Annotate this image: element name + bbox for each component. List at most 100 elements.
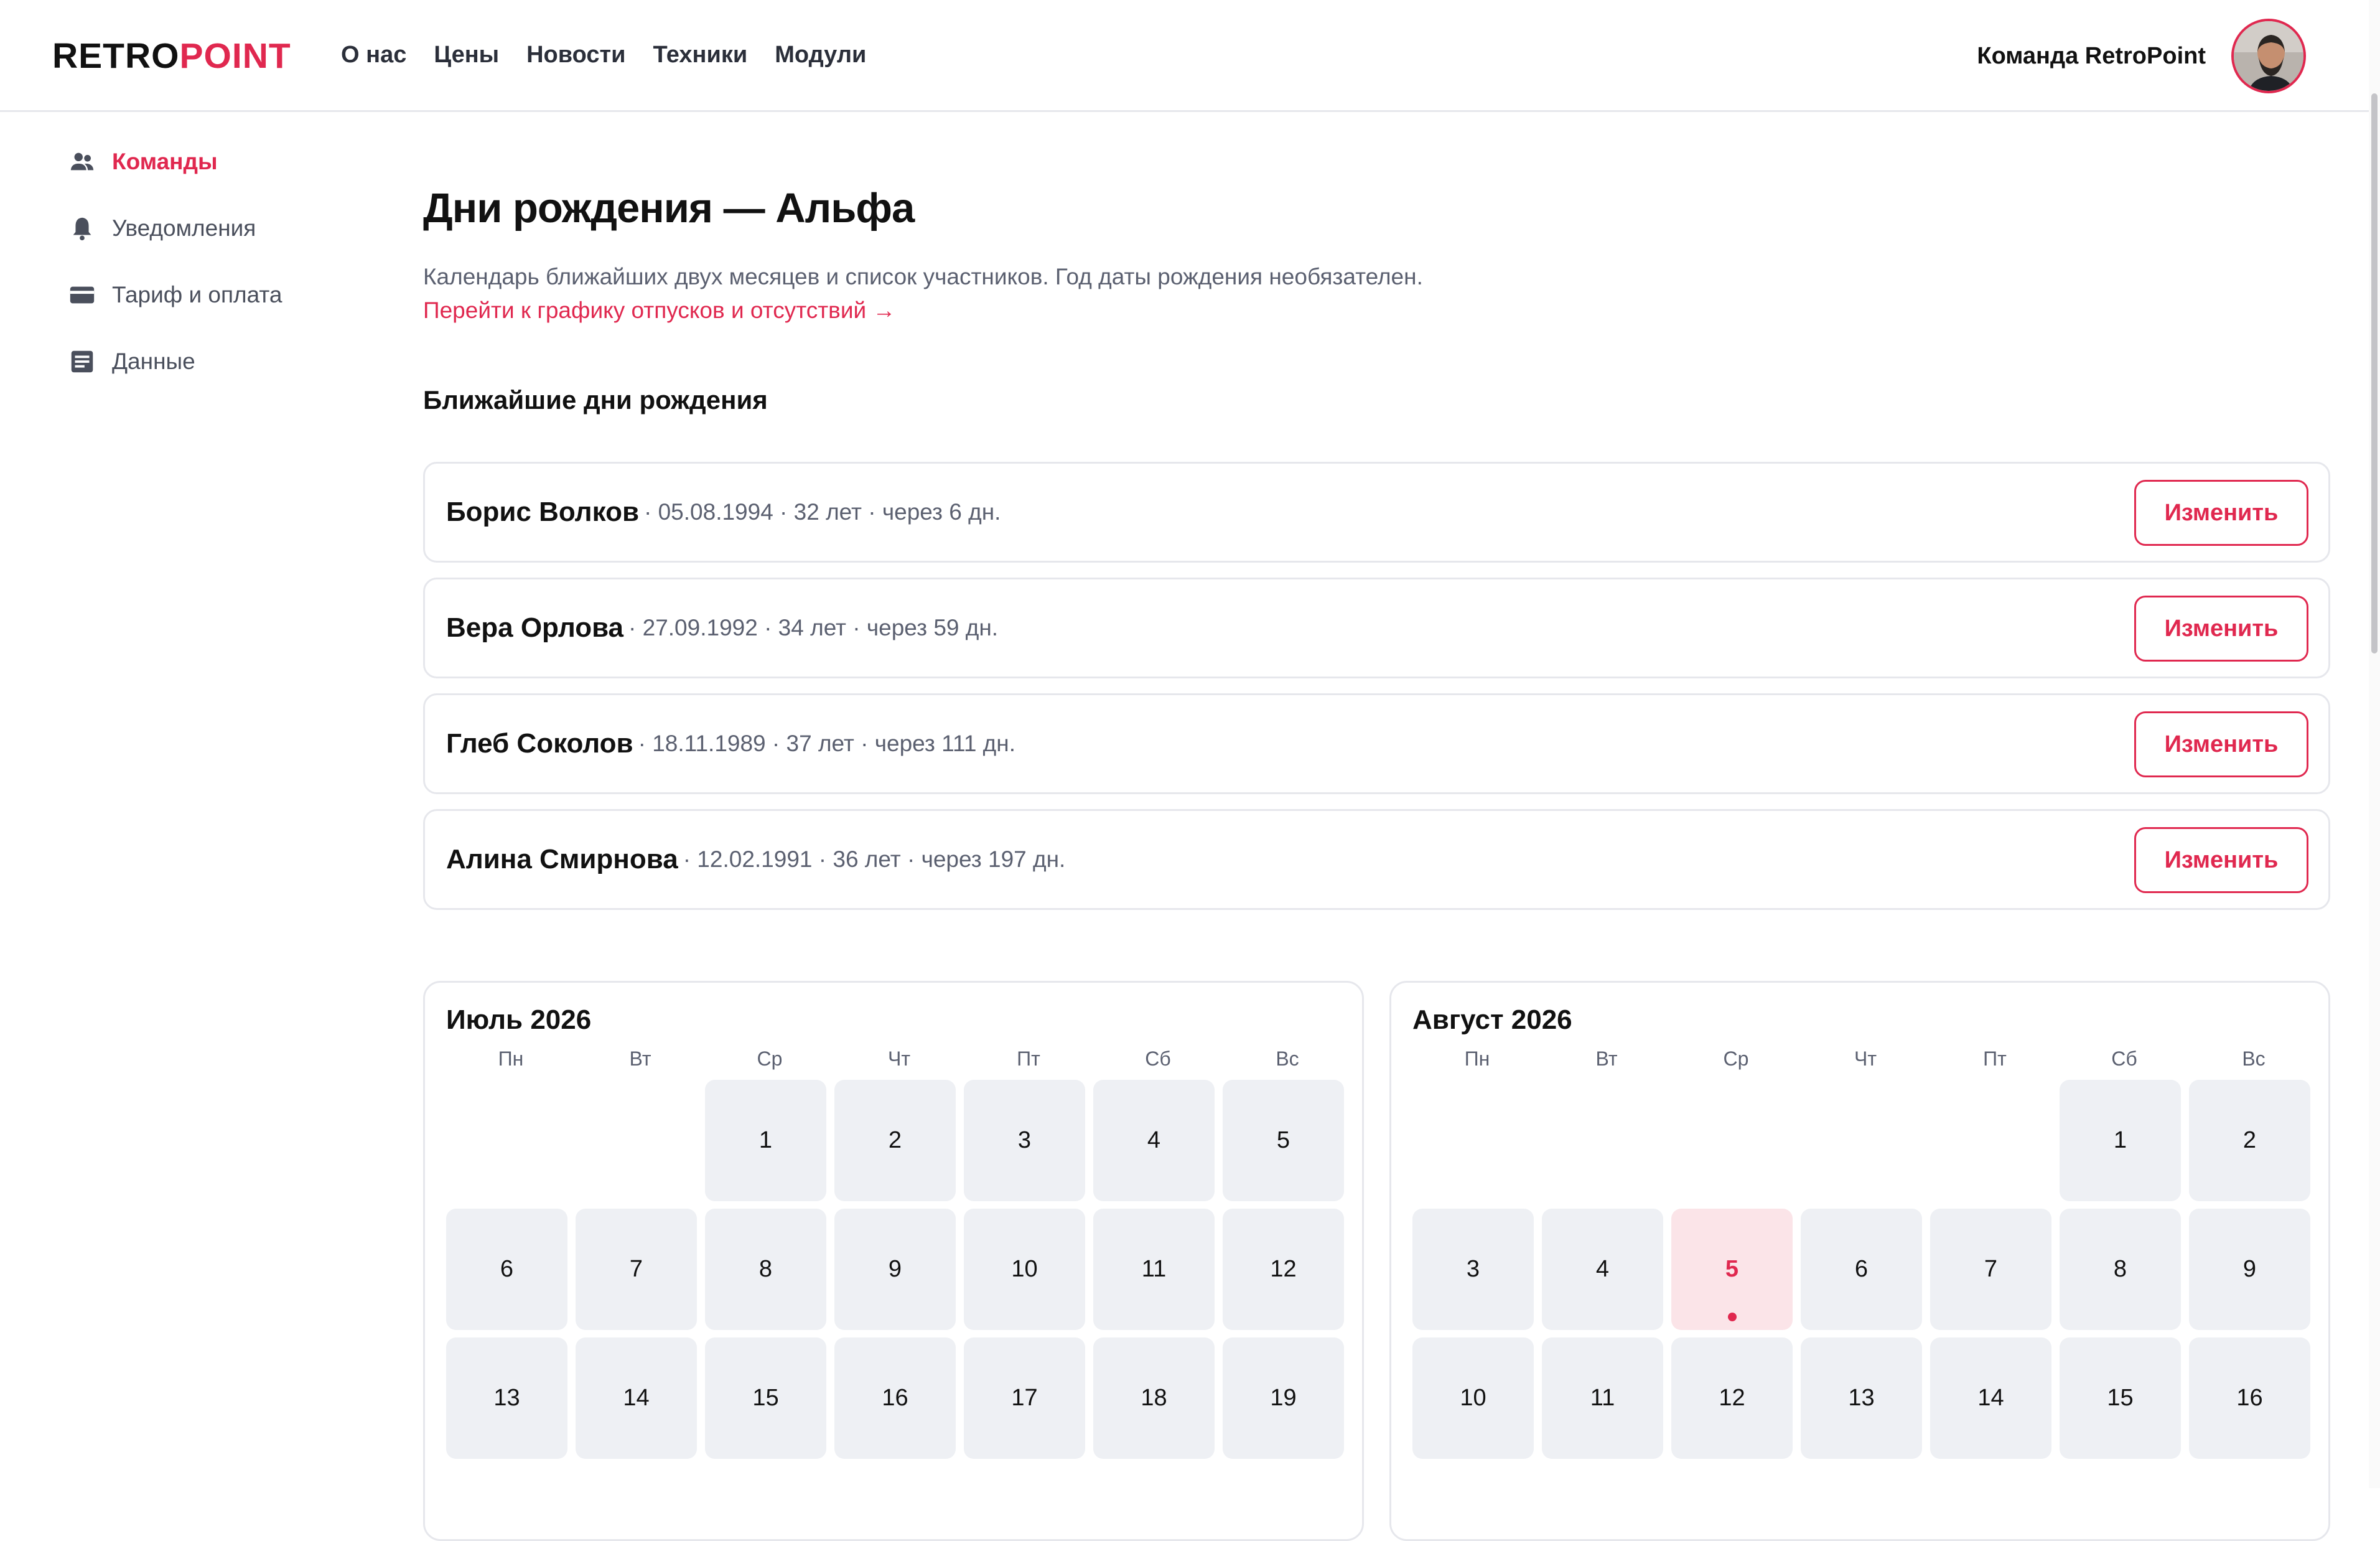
sidebar-item-notifications[interactable]: Уведомления — [67, 207, 366, 250]
calendar-day[interactable]: 15 — [2060, 1337, 2181, 1459]
calendar-day[interactable]: 8 — [2060, 1209, 2181, 1330]
day-number: 12 — [1719, 1385, 1745, 1411]
main-nav: О нас Цены Новости Техники Модули — [341, 37, 894, 72]
calendar-day[interactable]: 11 — [1093, 1209, 1215, 1330]
calendar-day[interactable]: 4 — [1542, 1209, 1663, 1330]
weekday-label: Вт — [629, 1047, 651, 1070]
day-number: 6 — [500, 1256, 514, 1282]
calendar-blank — [1801, 1080, 1922, 1201]
calendar-day[interactable]: 13 — [446, 1337, 567, 1459]
calendar-day[interactable]: 7 — [1930, 1209, 2051, 1330]
nav-techniques[interactable]: Техники — [653, 37, 747, 72]
weekday-label: Вс — [2242, 1047, 2266, 1070]
calendar-day[interactable]: 9 — [834, 1209, 956, 1330]
calendar-day[interactable]: 8 — [705, 1209, 826, 1330]
calendar-day[interactable]: 18 — [1093, 1337, 1215, 1459]
section-title: Ближайшие дни рождения — [423, 385, 768, 415]
nav-modules[interactable]: Модули — [775, 37, 866, 72]
calendar-day[interactable]: 7 — [576, 1209, 697, 1330]
page-scrollbar[interactable] — [2369, 0, 2380, 1488]
page-title: Дни рождения — Альфа — [423, 185, 915, 232]
calendar-day[interactable]: 19 — [1223, 1337, 1344, 1459]
member-birthday-meta: · 05.08.1994 · 32 лет · через 6 дн. — [644, 499, 1001, 525]
member-birthday-meta: · 12.02.1991 · 36 лет · через 197 дн. — [683, 846, 1066, 872]
calendar-day[interactable]: 14 — [1930, 1337, 2051, 1459]
sidebar-item-data[interactable]: Данные — [67, 340, 366, 383]
weekday-label: Сб — [1145, 1047, 1171, 1070]
calendar-day[interactable]: 15 — [705, 1337, 826, 1459]
users-icon — [67, 147, 97, 177]
credit-card-icon — [67, 280, 97, 310]
nav-pricing[interactable]: Цены — [434, 37, 499, 72]
calendar-day[interactable]: 3 — [964, 1080, 1085, 1201]
member-birthday-meta: · 27.09.1992 · 34 лет · через 59 дн. — [628, 615, 999, 640]
edit-button[interactable]: Изменить — [2134, 827, 2308, 893]
day-number: 8 — [758, 1256, 773, 1282]
nav-news[interactable]: Новости — [526, 37, 625, 72]
calendar-day[interactable]: 3 — [1412, 1209, 1534, 1330]
sidebar-item-billing[interactable]: Тариф и оплата — [67, 273, 366, 317]
calendar-blank — [1930, 1080, 2051, 1201]
calendar-day[interactable]: 12 — [1671, 1337, 1793, 1459]
calendar-day[interactable]: 16 — [2189, 1337, 2310, 1459]
absence-schedule-link[interactable]: Перейти к графику отпусков и отсутствий … — [423, 294, 895, 327]
calendar-day[interactable]: 13 — [1801, 1337, 1922, 1459]
calendar-day[interactable]: 9 — [2189, 1209, 2310, 1330]
calendar-day[interactable]: 10 — [1412, 1337, 1534, 1459]
data-icon — [67, 347, 97, 377]
weekday-label: Вс — [1276, 1047, 1299, 1070]
day-number: 11 — [1141, 1256, 1167, 1282]
calendar-august: Август 2026 Пн Вт Ср Чт Пт Сб Вс 1234567… — [1389, 981, 2330, 1541]
sidebar-item-teams[interactable]: Команды — [67, 140, 366, 184]
member-name: Борис Волков — [446, 497, 639, 527]
weekday-label: Пт — [1017, 1047, 1040, 1070]
list-item: Глеб Соколов · 18.11.1989 · 37 лет · чер… — [423, 693, 2330, 794]
weekday-label: Вт — [1595, 1047, 1618, 1070]
day-number: 14 — [1977, 1385, 2004, 1411]
day-number: 10 — [1460, 1385, 1486, 1411]
day-number: 4 — [1147, 1127, 1161, 1153]
calendar-day[interactable]: 2 — [834, 1080, 956, 1201]
edit-button[interactable]: Изменить — [2134, 480, 2308, 546]
day-number: 16 — [2236, 1385, 2263, 1411]
calendar-day[interactable]: 11 — [1542, 1337, 1663, 1459]
page-description: Календарь ближайших двух месяцев и списо… — [423, 264, 1423, 289]
calendar-day[interactable]: 12 — [1223, 1209, 1344, 1330]
calendar-blank — [1671, 1080, 1793, 1201]
list-item: Алина Смирнова · 12.02.1991 · 36 лет · ч… — [423, 809, 2330, 910]
calendar-day[interactable]: 14 — [576, 1337, 697, 1459]
nav-about[interactable]: О нас — [341, 37, 406, 72]
calendar-day[interactable]: 10 — [964, 1209, 1085, 1330]
calendar-day[interactable]: 16 — [834, 1337, 956, 1459]
scrollbar-thumb[interactable] — [2371, 93, 2378, 653]
edit-button[interactable]: Изменить — [2134, 711, 2308, 777]
calendar-blank — [1412, 1080, 1534, 1201]
calendar-day-birthday[interactable]: 5 — [1671, 1209, 1793, 1330]
list-item: Борис Волков · 05.08.1994 · 32 лет · чер… — [423, 462, 2330, 563]
day-number: 4 — [1595, 1256, 1610, 1282]
birthday-dot-icon — [1727, 1313, 1737, 1321]
calendar-day[interactable]: 1 — [2060, 1080, 2181, 1201]
member-name: Вера Орлова — [446, 612, 624, 643]
sidebar: Команды Уведомления Тариф и оплата Данны… — [67, 140, 366, 406]
member-birthday-meta: · 18.11.1989 · 37 лет · через 111 дн. — [638, 731, 1015, 756]
sidebar-item-label: Тариф и оплата — [112, 282, 282, 307]
calendar-day[interactable]: 6 — [1801, 1209, 1922, 1330]
weekday-label: Чт — [888, 1047, 910, 1070]
calendar-title: Август 2026 — [1412, 1005, 1572, 1035]
calendar-day[interactable]: 6 — [446, 1209, 567, 1330]
logo[interactable]: RETROPOINT — [52, 36, 291, 76]
day-number: 15 — [2107, 1385, 2134, 1411]
list-item: Вера Орлова · 27.09.1992 · 34 лет · чере… — [423, 578, 2330, 678]
team-name[interactable]: Команда RetroPoint — [1977, 39, 2206, 73]
calendar-day[interactable]: 1 — [705, 1080, 826, 1201]
calendar-day[interactable]: 17 — [964, 1337, 1085, 1459]
day-number: 6 — [1854, 1256, 1869, 1282]
calendar-day[interactable]: 2 — [2189, 1080, 2310, 1201]
calendar-day[interactable]: 4 — [1093, 1080, 1215, 1201]
avatar[interactable] — [2231, 19, 2306, 93]
calendar-july: Июль 2026 Пн Вт Ср Чт Пт Сб Вс 123456789… — [423, 981, 1364, 1541]
calendar-day[interactable]: 5 — [1223, 1080, 1344, 1201]
edit-button[interactable]: Изменить — [2134, 596, 2308, 662]
sidebar-item-label: Команды — [112, 149, 218, 174]
